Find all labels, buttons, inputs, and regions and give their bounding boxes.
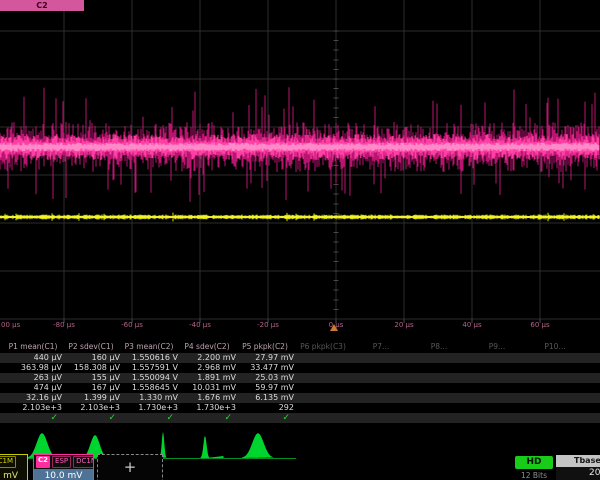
axis-tick-label: 00 µs [1, 321, 20, 329]
measurement-row: 474 µV167 µV1.558645 V10.031 mV59.97 mV [0, 383, 600, 393]
measurement-cell: 1.399 µV [62, 393, 120, 403]
status-check-icon: ✓ [178, 413, 236, 423]
measurement-cell: 1.676 mV [178, 393, 236, 403]
measurement-cell: 474 µV [4, 383, 62, 393]
measurement-cell: 440 µV [4, 353, 62, 363]
c1-coupling-badge: DC1M [0, 456, 16, 468]
measurement-cell: 1.891 mV [178, 373, 236, 383]
axis-tick-label: 20 µs [394, 321, 413, 329]
measurement-row: 440 µV160 µV1.550616 V2.200 mV27.97 mV [0, 353, 600, 363]
measurement-cell: 363.98 µV [4, 363, 62, 373]
axis-tick-label: -60 µs [121, 321, 143, 329]
measurement-cell: 10.031 mV [178, 383, 236, 393]
timebase-value: 20.0 µs/div [556, 467, 600, 480]
measurement-cell: 1.557591 V [120, 363, 178, 373]
axis-tick-label: 40 µs [462, 321, 481, 329]
plus-icon: + [124, 458, 137, 476]
measurement-row: 363.98 µV158.308 µV1.557591 V2.968 mV33.… [0, 363, 600, 373]
measurement-cell: 25.03 mV [236, 373, 294, 383]
measurement-row: 32.16 µV1.399 µV1.330 mV1.676 mV6.135 mV [0, 393, 600, 403]
measurement-cell: 1.550094 V [120, 373, 178, 383]
c2-coupling-badge: DC1M [73, 456, 94, 468]
timebase-label: Tbase [556, 455, 600, 467]
measurement-cell: 59.97 mV [236, 383, 294, 393]
measurement-cell: 2.103e+3 [62, 403, 120, 413]
param-header-p11[interactable]: P11... [584, 342, 600, 352]
measurement-cell: 1.730e+3 [178, 403, 236, 413]
add-trace-button[interactable]: + [97, 454, 163, 480]
c2-channel-badge: C2 [36, 456, 50, 468]
measurement-cell: 6.135 mV [236, 393, 294, 403]
measurement-cell: 33.477 mV [236, 363, 294, 373]
measurement-cell: 2.200 mV [178, 353, 236, 363]
param-header-p6[interactable]: P6 pkpk(C3) [294, 342, 352, 352]
measurement-row: 2.103e+32.103e+31.730e+31.730e+3292 [0, 403, 600, 413]
trigger-position-marker[interactable] [330, 324, 338, 331]
measurement-cell: 155 µV [62, 373, 120, 383]
timebase-box[interactable]: Tbase 20.0 µs/div [556, 455, 600, 480]
c2-volts-per-div: 10.0 mV [34, 469, 93, 480]
measurement-cell: 158.308 µV [62, 363, 120, 373]
status-check-icon: ✓ [236, 413, 294, 423]
measurement-cell: 32.16 µV [4, 393, 62, 403]
param-header-p9[interactable]: P9... [468, 342, 526, 352]
hd-mode-badge[interactable]: HD [515, 456, 553, 469]
measurement-cell: 167 µV [62, 383, 120, 393]
param-header-p2[interactable]: P2 sdev(C1) [62, 342, 120, 352]
measurement-cell: 1.330 mV [120, 393, 178, 403]
param-header-p5[interactable]: P5 pkpk(C2) [236, 342, 294, 352]
param-header-p3[interactable]: P3 mean(C2) [120, 342, 178, 352]
c1-volts-per-div: 0 mV [0, 469, 27, 480]
measurement-row: 263 µV155 µV1.550094 V1.891 mV25.03 mV [0, 373, 600, 383]
oscilloscope-screen: C2 00 µs-80 µs-60 µs-40 µs-20 µs0 µs20 µ… [0, 0, 600, 480]
measurement-cell: 1.730e+3 [120, 403, 178, 413]
status-check-icon: ✓ [4, 413, 62, 423]
measurement-cell: 2.103e+3 [4, 403, 62, 413]
histicon-p5 [242, 433, 274, 458]
histicon-p4 [201, 436, 224, 458]
param-header-p10[interactable]: P10... [526, 342, 584, 352]
param-header-p1[interactable]: P1 mean(C1) [4, 342, 62, 352]
status-check-icon: ✓ [62, 413, 120, 423]
param-header-p4[interactable]: P4 sdev(C2) [178, 342, 236, 352]
measurement-cell: 27.97 mV [236, 353, 294, 363]
measurement-cell: 160 µV [62, 353, 120, 363]
c2-esp-badge: ESP [52, 456, 71, 468]
measurement-cell: 263 µV [4, 373, 62, 383]
param-header-p7[interactable]: P7... [352, 342, 410, 352]
axis-tick-label: 60 µs [530, 321, 549, 329]
measurement-cell: 1.558645 V [120, 383, 178, 393]
axis-tick-label: -80 µs [53, 321, 75, 329]
axis-tick-label: -40 µs [189, 321, 211, 329]
status-row: ✓✓✓✓✓ [0, 413, 600, 423]
measurement-cell: 1.550616 V [120, 353, 178, 363]
waveform-area[interactable] [0, 0, 600, 340]
axis-tick-label: -20 µs [257, 321, 279, 329]
param-header-p8[interactable]: P8... [410, 342, 468, 352]
status-check-icon: ✓ [120, 413, 178, 423]
trace-tab[interactable]: C2 [0, 0, 84, 11]
measurement-cell: 2.968 mV [178, 363, 236, 373]
adc-bits-label: 12 Bits [513, 471, 555, 480]
measurement-cell: 292 [236, 403, 294, 413]
channel-c2-descriptor[interactable]: C2 ESP DC1M 10.0 mV [33, 454, 94, 480]
channel-c1-descriptor[interactable]: DC1M 0 mV [0, 454, 28, 480]
